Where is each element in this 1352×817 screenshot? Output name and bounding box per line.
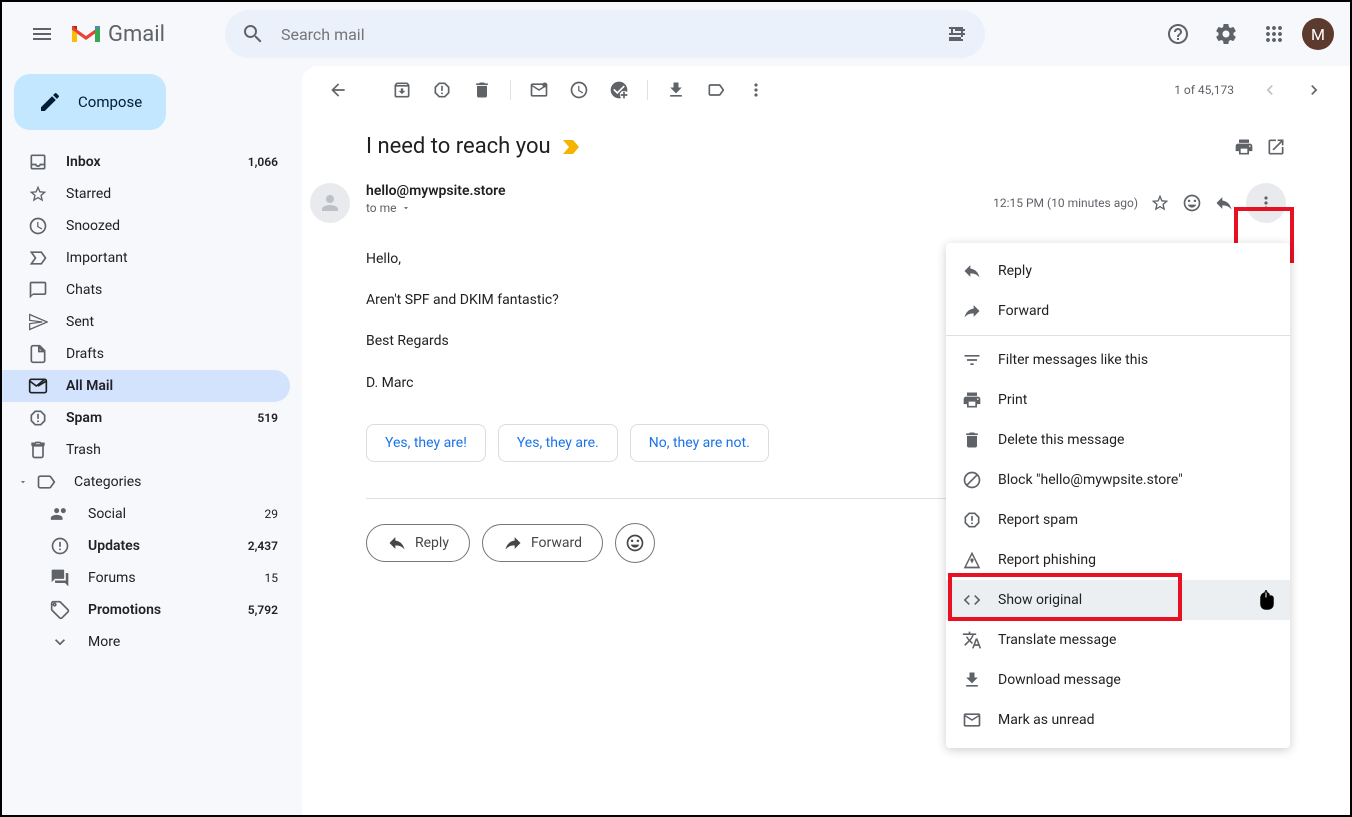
sidebar-item-social[interactable]: Social29: [2, 498, 290, 530]
sidebar-item-starred[interactable]: Starred: [2, 178, 290, 210]
email-toolbar: 1 of 45,173: [302, 66, 1350, 114]
sent-icon: [28, 312, 48, 332]
sidebar: Compose Inbox1,066StarredSnoozedImportan…: [2, 66, 302, 815]
sidebar-item-chats[interactable]: Chats: [2, 274, 290, 306]
labels-button[interactable]: [696, 70, 736, 110]
drafts-icon: [28, 344, 48, 364]
sidebar-item-snoozed[interactable]: Snoozed: [2, 210, 290, 242]
sidebar-item-all-mail[interactable]: All Mail: [2, 370, 290, 402]
back-button[interactable]: [318, 70, 358, 110]
sidebar-item-categories[interactable]: Categories: [2, 466, 290, 498]
menu-item-reply[interactable]: Reply: [946, 251, 1290, 291]
add-task-button[interactable]: [599, 70, 639, 110]
all mail-icon: [28, 376, 48, 396]
menu-item-show-original[interactable]: Show original: [946, 580, 1290, 620]
recipient-line[interactable]: to me: [366, 201, 993, 215]
emoji-icon: [625, 533, 645, 553]
sidebar-item-inbox[interactable]: Inbox1,066: [2, 146, 290, 178]
compose-button[interactable]: Compose: [14, 74, 166, 130]
important-icon: [28, 248, 48, 268]
snoozed-icon: [28, 216, 48, 236]
support-icon[interactable]: [1158, 14, 1198, 54]
smart-reply-button[interactable]: Yes, they are!: [366, 424, 486, 462]
search-bar[interactable]: [225, 10, 985, 58]
apps-icon[interactable]: [1254, 14, 1294, 54]
more-toolbar-button[interactable]: [736, 70, 776, 110]
menu-item-download-message[interactable]: Download message: [946, 660, 1290, 700]
emoji-react-button[interactable]: [1182, 193, 1202, 213]
search-options-icon[interactable]: [937, 14, 977, 54]
cursor-icon: [1260, 590, 1276, 610]
more-options-button[interactable]: [1246, 183, 1286, 223]
sidebar-item-important[interactable]: Important: [2, 242, 290, 274]
starred-icon: [28, 184, 48, 204]
sidebar-item-forums[interactable]: Forums15: [2, 562, 290, 594]
important-marker-icon[interactable]: [563, 140, 581, 154]
mark-unread-button[interactable]: [519, 70, 559, 110]
menu-item-filter-messages-like-this[interactable]: Filter messages like this: [946, 340, 1290, 380]
sender-email: hello@mywpsite.store: [366, 183, 993, 199]
email-time: 12:15 PM (10 minutes ago): [993, 196, 1138, 210]
archive-button[interactable]: [382, 70, 422, 110]
print-button[interactable]: [1234, 137, 1254, 157]
gmail-logo[interactable]: Gmail: [70, 22, 165, 47]
spam-icon: [28, 408, 48, 428]
gmail-icon: [70, 22, 102, 46]
emoji-button[interactable]: [615, 523, 655, 563]
menu-item-forward[interactable]: Forward: [946, 291, 1290, 331]
chats-icon: [28, 280, 48, 300]
star-button[interactable]: [1150, 193, 1170, 213]
more-options-menu: ReplyForward Filter messages like thisPri…: [946, 243, 1290, 748]
smart-reply-button[interactable]: No, they are not.: [630, 424, 769, 462]
menu-item-report-spam[interactable]: Report spam: [946, 500, 1290, 540]
more-icon: [50, 632, 70, 652]
open-new-window-button[interactable]: [1266, 137, 1286, 157]
menu-item-mark-as-unread[interactable]: Mark as unread: [946, 700, 1290, 740]
sidebar-item-more[interactable]: More: [2, 626, 290, 658]
forward-button[interactable]: Forward: [482, 524, 603, 562]
social-icon: [50, 504, 70, 524]
sidebar-item-sent[interactable]: Sent: [2, 306, 290, 338]
inbox-icon: [28, 152, 48, 172]
older-button[interactable]: [1294, 70, 1334, 110]
main-menu-button[interactable]: [18, 10, 66, 58]
account-avatar[interactable]: M: [1302, 18, 1334, 50]
email-subject: I need to reach you: [366, 134, 551, 159]
reply-icon-button[interactable]: [1214, 193, 1234, 213]
reply-icon: [387, 533, 407, 553]
sidebar-item-drafts[interactable]: Drafts: [2, 338, 290, 370]
sidebar-item-trash[interactable]: Trash: [2, 434, 290, 466]
snooze-button[interactable]: [559, 70, 599, 110]
forums-icon: [50, 568, 70, 588]
updates-icon: [50, 536, 70, 556]
menu-item-report-phishing[interactable]: Report phishing: [946, 540, 1290, 580]
menu-item-block-hello-mywpsite-store-[interactable]: Block "hello@mywpsite.store": [946, 460, 1290, 500]
sidebar-item-updates[interactable]: Updates2,437: [2, 530, 290, 562]
sender-avatar: [310, 183, 350, 223]
search-icon[interactable]: [233, 14, 273, 54]
move-to-button[interactable]: [656, 70, 696, 110]
pencil-icon: [38, 90, 62, 114]
promotions-icon: [50, 600, 70, 620]
app-name: Gmail: [108, 22, 165, 47]
reply-button[interactable]: Reply: [366, 524, 470, 562]
sidebar-item-promotions[interactable]: Promotions5,792: [2, 594, 290, 626]
categories-icon: [36, 472, 56, 492]
trash-icon: [28, 440, 48, 460]
search-input[interactable]: [273, 25, 937, 44]
newer-button[interactable]: [1250, 70, 1290, 110]
pager-text: 1 of 45,173: [1174, 83, 1234, 97]
delete-button[interactable]: [462, 70, 502, 110]
menu-item-translate-message[interactable]: Translate message: [946, 620, 1290, 660]
forward-icon: [503, 533, 523, 553]
menu-item-delete-this-message[interactable]: Delete this message: [946, 420, 1290, 460]
sidebar-item-spam[interactable]: Spam519: [2, 402, 290, 434]
report-spam-button[interactable]: [422, 70, 462, 110]
settings-icon[interactable]: [1206, 14, 1246, 54]
chevron-down-icon: [401, 203, 411, 213]
smart-reply-button[interactable]: Yes, they are.: [498, 424, 618, 462]
menu-item-print[interactable]: Print: [946, 380, 1290, 420]
